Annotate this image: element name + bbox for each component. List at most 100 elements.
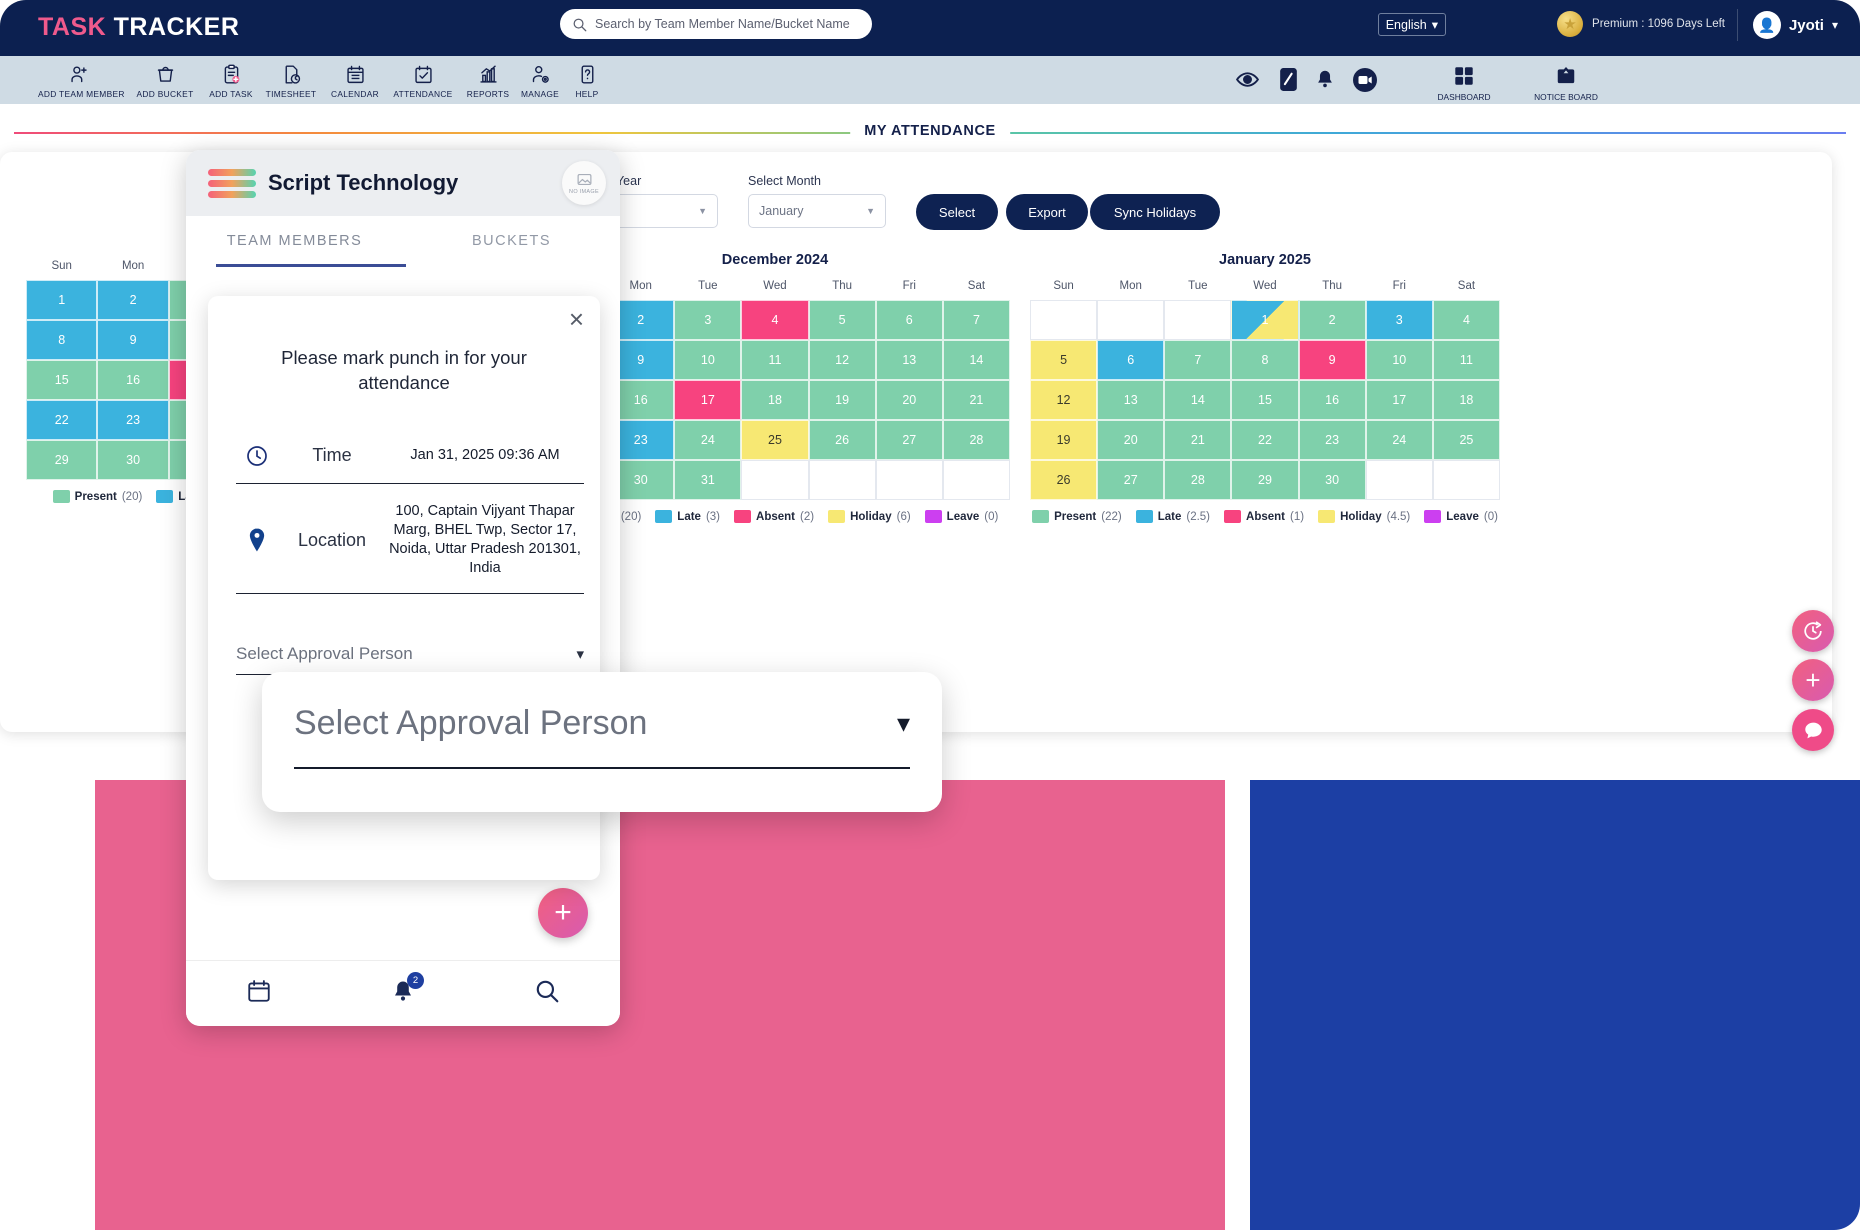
- approval-person-dropdown[interactable]: Select Approval Person ▾: [236, 644, 584, 675]
- calendar-day-cell[interactable]: 9: [1298, 340, 1366, 380]
- punch-clock-fab[interactable]: [1792, 610, 1834, 652]
- nav-search[interactable]: [534, 978, 560, 1009]
- edit-pencil-button[interactable]: [1279, 67, 1298, 92]
- calendar-day-cell[interactable]: 14: [1164, 380, 1232, 420]
- calendar-day-cell[interactable]: 4: [741, 300, 809, 340]
- calendar-day-cell[interactable]: 24: [1365, 420, 1433, 460]
- calendar-day-cell[interactable]: 12: [1030, 380, 1098, 420]
- no-image-avatar[interactable]: NO IMAGE: [562, 161, 606, 205]
- dow-label: Fri: [902, 280, 916, 292]
- calendar-day-cell[interactable]: 29: [26, 440, 98, 480]
- language-selector[interactable]: English ▾: [1377, 13, 1446, 36]
- calendar-day-cell[interactable]: 5: [808, 300, 876, 340]
- calendar-day-cell[interactable]: 8: [1231, 340, 1299, 380]
- calendar-day-cell[interactable]: 6: [875, 300, 943, 340]
- calendar-day-cell[interactable]: 20: [875, 380, 943, 420]
- select-button[interactable]: Select: [916, 194, 998, 230]
- calendar-day-cell[interactable]: 16: [97, 360, 169, 400]
- calendar-day-cell[interactable]: 12: [808, 340, 876, 380]
- calendar-day-cell[interactable]: 25: [741, 420, 809, 460]
- calendar-day-cell[interactable]: 18: [1432, 380, 1500, 420]
- calendar-day-cell[interactable]: 17: [1365, 380, 1433, 420]
- calendar-day-cell[interactable]: 28: [1164, 460, 1232, 500]
- toolbar-help[interactable]: HELP: [546, 62, 628, 99]
- calendar-day-cell[interactable]: 26: [808, 420, 876, 460]
- calendar-day-cell[interactable]: 19: [808, 380, 876, 420]
- tab-team-members[interactable]: TEAM MEMBERS: [186, 216, 403, 266]
- calendar-day-cell[interactable]: 18: [741, 380, 809, 420]
- calendar-day-cell[interactable]: 15: [26, 360, 98, 400]
- chevron-down-icon: ▼: [866, 206, 875, 216]
- calendar-day-cell[interactable]: 10: [1365, 340, 1433, 380]
- add-fab[interactable]: +: [1792, 659, 1834, 701]
- nav-calendar[interactable]: [246, 978, 272, 1009]
- tab-buckets[interactable]: BUCKETS: [403, 216, 620, 266]
- toolbar-dashboard[interactable]: DASHBOARD: [1418, 64, 1510, 102]
- calendar-day-cell[interactable]: 11: [741, 340, 809, 380]
- calendar-day-cell[interactable]: 7: [1164, 340, 1232, 380]
- bell-button[interactable]: [1314, 67, 1336, 91]
- calendar-day-cell[interactable]: 20: [1097, 420, 1165, 460]
- select-month-dropdown[interactable]: January ▼: [748, 194, 886, 228]
- calendar-day-cell[interactable]: 13: [1097, 380, 1165, 420]
- calendar-day-cell[interactable]: 26: [1030, 460, 1098, 500]
- chat-fab[interactable]: [1792, 709, 1834, 751]
- image-placeholder-icon: [577, 173, 591, 186]
- calendar-day-cell[interactable]: 13: [875, 340, 943, 380]
- calendar-day-cell[interactable]: 2: [1298, 300, 1366, 340]
- video-camera-button[interactable]: [1352, 67, 1378, 93]
- calendar-day-cell[interactable]: 11: [1432, 340, 1500, 380]
- calendar-day-cell[interactable]: 29: [1231, 460, 1299, 500]
- magnified-dropdown[interactable]: Select Approval Person ▾: [294, 704, 910, 769]
- app-logo[interactable]: TASK TRACKER: [38, 13, 239, 42]
- calendar-day-cell[interactable]: 1: [26, 280, 98, 320]
- calendar-day-cell[interactable]: 15: [1231, 380, 1299, 420]
- calendar-day-cell[interactable]: 22: [1231, 420, 1299, 460]
- calendar-day-cell[interactable]: 31: [674, 460, 742, 500]
- mobile-add-fab[interactable]: +: [538, 888, 588, 938]
- calendar-day-cell[interactable]: 17: [674, 380, 742, 420]
- toolbar-label: ADD TEAM MEMBER: [38, 89, 125, 99]
- calendar-day-cell[interactable]: 28: [942, 420, 1010, 460]
- search-bar[interactable]: [560, 9, 872, 39]
- nav-notifications[interactable]: 2: [391, 972, 424, 1009]
- calendar-day-cell[interactable]: 14: [942, 340, 1010, 380]
- search-input[interactable]: [595, 17, 860, 31]
- calendar-day-cell[interactable]: 16: [1298, 380, 1366, 420]
- calendar-day-cell[interactable]: 19: [1030, 420, 1098, 460]
- toolbar-notice-board[interactable]: NOTICE BOARD: [1520, 64, 1612, 102]
- calendar-day-cell[interactable]: 2: [97, 280, 169, 320]
- user-menu[interactable]: 👤 Jyoti ▾: [1752, 11, 1838, 39]
- calendar-day-cell[interactable]: 5: [1030, 340, 1098, 380]
- sync-holidays-button[interactable]: Sync Holidays: [1090, 194, 1220, 230]
- calendar-day-cell[interactable]: 10: [674, 340, 742, 380]
- calendar-day-cell[interactable]: 1: [1231, 300, 1299, 340]
- calendar-day-cell[interactable]: 7: [942, 300, 1010, 340]
- toolbar-add-team-member[interactable]: ADD TEAM MEMBER: [38, 62, 125, 99]
- toolbar-label: HELP: [575, 89, 599, 99]
- legend-label: Present: [74, 490, 117, 503]
- calendar-day-cell[interactable]: 4: [1432, 300, 1500, 340]
- calendar-day-cell: [1097, 300, 1165, 340]
- calendar-day-cell[interactable]: 8: [26, 320, 98, 360]
- calendar-day-cell[interactable]: 30: [1298, 460, 1366, 500]
- calendar-day-cell[interactable]: 9: [97, 320, 169, 360]
- calendar-day-cell[interactable]: 27: [875, 420, 943, 460]
- calendar-day-cell: [875, 460, 943, 500]
- calendar-day-cell[interactable]: 27: [1097, 460, 1165, 500]
- calendar-day-cell[interactable]: 3: [674, 300, 742, 340]
- calendar-day-cell[interactable]: 25: [1432, 420, 1500, 460]
- calendar-day-cell[interactable]: 22: [26, 400, 98, 440]
- calendar-day-cell[interactable]: 21: [1164, 420, 1232, 460]
- calendar-day-cell[interactable]: 24: [674, 420, 742, 460]
- calendar-day-cell[interactable]: 3: [1365, 300, 1433, 340]
- calendar-day-cell[interactable]: 23: [97, 400, 169, 440]
- calendar-day-cell[interactable]: 23: [1298, 420, 1366, 460]
- close-icon[interactable]: ×: [569, 306, 584, 332]
- calendar-day-cell[interactable]: 30: [97, 440, 169, 480]
- eye-icon-button[interactable]: [1235, 67, 1260, 92]
- calendar-day-cell[interactable]: 6: [1097, 340, 1165, 380]
- export-button[interactable]: Export: [1006, 194, 1088, 230]
- calendar-day-cell[interactable]: 21: [942, 380, 1010, 420]
- premium-status[interactable]: ★ Premium : 1096 Days Left: [1557, 11, 1725, 37]
